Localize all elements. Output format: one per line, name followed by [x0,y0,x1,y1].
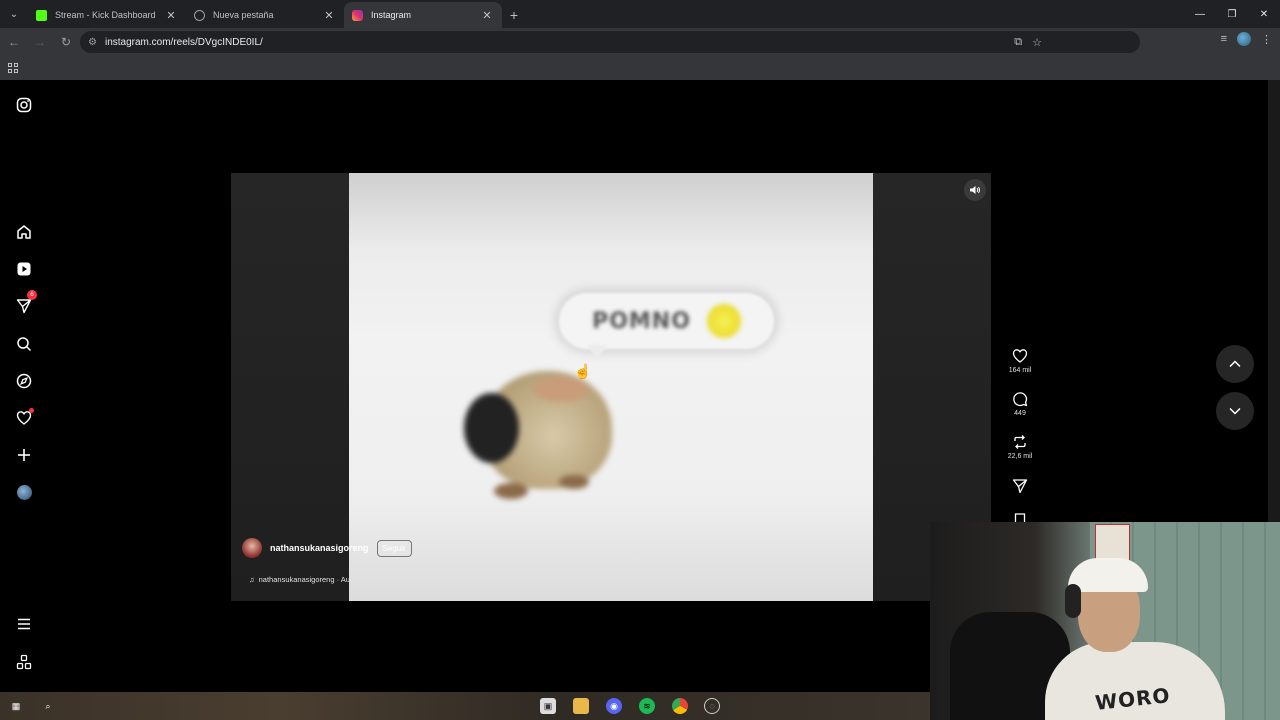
browser-toolbar: ← → ↻ ⚙ instagram.com/reels/DVgcINDE0IL/… [0,28,1280,56]
close-icon[interactable]: ✕ [322,9,336,22]
tab-instagram[interactable]: Instagram ✕ [344,2,502,28]
apps-grid-icon[interactable] [8,63,18,73]
tab-new-tab[interactable]: Nueva pestaña ✕ [186,2,344,28]
obs-icon[interactable]: ◌ [704,698,720,714]
repost-action[interactable]: 22,6 mil [1000,434,1040,460]
messages-icon[interactable]: 6 [14,290,37,316]
repost-icon [1014,435,1026,449]
bookmark-star-icon[interactable]: ☆ [1032,36,1042,49]
instagram-logo-icon[interactable] [14,95,34,115]
profile-avatar[interactable] [1237,32,1251,46]
browser-menu-icon[interactable]: ⋮ [1261,33,1272,46]
hand-cursor-icon: ☝ [574,363,592,379]
notifications-icon[interactable] [14,408,34,428]
reload-icon[interactable]: ↻ [54,30,78,54]
audio-label: nathansukanasigoreng · Audio original [258,575,387,584]
chevron-up-icon [1229,360,1241,368]
author-avatar[interactable] [242,538,262,558]
start-icon[interactable]: ▦ [8,698,24,714]
webcam-headset [1065,584,1081,618]
speech-bubble-tail [587,345,607,359]
windows-taskbar: ▦ ⌕ ▣ ◉ ≋ ◌ [0,692,930,720]
file-explorer-icon[interactable] [573,698,589,714]
spotify-icon[interactable]: ≋ [639,698,655,714]
create-icon[interactable] [14,445,34,465]
install-app-icon[interactable]: ⧉ [1014,36,1022,49]
webcam-person-cap [1068,558,1148,592]
messages-badge: 6 [27,290,37,300]
bookmarks-bar [0,56,1280,80]
tab-title: Stream - Kick Dashboard [55,10,156,20]
yellow-coin-icon [706,304,741,338]
explore-icon[interactable] [14,371,34,391]
tab-kick-dashboard[interactable]: Stream - Kick Dashboard ✕ [28,2,186,28]
tab-title: Instagram [371,10,412,20]
media-controls-icon[interactable]: ≡ [1221,33,1227,45]
like-count: 164 mil [1008,367,1032,374]
mute-toggle-button[interactable] [964,179,986,201]
tab-search-chevron-icon[interactable]: ⌄ [0,0,28,28]
audio-info[interactable]: ♫ nathansukanasigoreng · Audio original [249,575,386,584]
comment-count: 449 [1014,410,1026,417]
speaker-icon [970,186,980,194]
chrome-icon[interactable] [672,698,688,714]
comment-action[interactable]: 449 [1000,391,1040,417]
omnibox-actions: ⧉ ☆ [1014,31,1042,53]
toolbar-right: ≡ ⋮ [1221,32,1272,46]
reel-video[interactable]: POMNO ☝ [349,173,873,601]
comment-icon [1013,392,1028,407]
tab-title: Nueva pestaña [213,10,274,20]
music-note-icon: ♫ [249,575,255,584]
meta-apps-icon[interactable] [14,652,34,672]
reel-author: nathansukanasigoreng Seguir [242,538,412,558]
back-icon[interactable]: ← [2,30,26,54]
minimize-icon[interactable]: — [1184,0,1216,28]
author-username[interactable]: nathansukanasigoreng [270,543,369,553]
browser-tab-strip: ⌄ Stream - Kick Dashboard ✕ Nueva pestañ… [0,0,1280,28]
url-text: instagram.com/reels/DVgcINDE0IL/ [104,36,263,48]
speech-bubble-text: POMNO [592,308,691,334]
instagram-sidebar: 6 [0,80,48,692]
blurry-animal-image [464,371,614,501]
globe-icon [194,9,205,21]
site-info-icon[interactable]: ⚙ [88,37,97,48]
close-icon[interactable]: ✕ [164,9,178,22]
repost-count: 22,6 mil [1007,453,1033,460]
next-reel-button[interactable] [1216,392,1254,430]
address-bar[interactable]: ⚙ instagram.com/reels/DVgcINDE0IL/ ⧉ ☆ [80,31,1140,53]
home-icon[interactable] [14,222,34,242]
chevron-down-icon [1229,407,1241,415]
streamer-webcam: WORO [930,522,1280,720]
follow-button[interactable]: Seguir [376,539,412,557]
reels-icon[interactable] [14,259,34,279]
forward-icon[interactable]: → [28,30,52,54]
close-icon[interactable]: ✕ [480,9,494,22]
taskbar-search-icon[interactable]: ⌕ [40,698,56,714]
notification-dot [29,408,34,413]
instagram-icon [352,9,363,21]
share-icon [1012,479,1028,494]
like-action[interactable]: 164 mil [1000,348,1040,374]
close-window-icon[interactable]: ✕ [1248,0,1280,28]
speech-bubble: POMNO [559,293,774,349]
heart-icon [1012,349,1028,363]
discord-icon[interactable]: ◉ [606,698,622,714]
reel-blur-left [231,173,349,601]
profile-avatar[interactable] [14,482,34,502]
more-menu-icon[interactable] [14,614,34,634]
store-icon[interactable]: ▣ [540,698,556,714]
restore-icon[interactable]: ❐ [1216,0,1248,28]
kick-icon [36,9,47,21]
share-action[interactable] [1000,478,1040,494]
previous-reel-button[interactable] [1216,345,1254,383]
new-tab-button[interactable]: + [502,2,526,28]
search-icon[interactable] [14,334,34,354]
window-controls: — ❐ ✕ [1184,0,1280,28]
